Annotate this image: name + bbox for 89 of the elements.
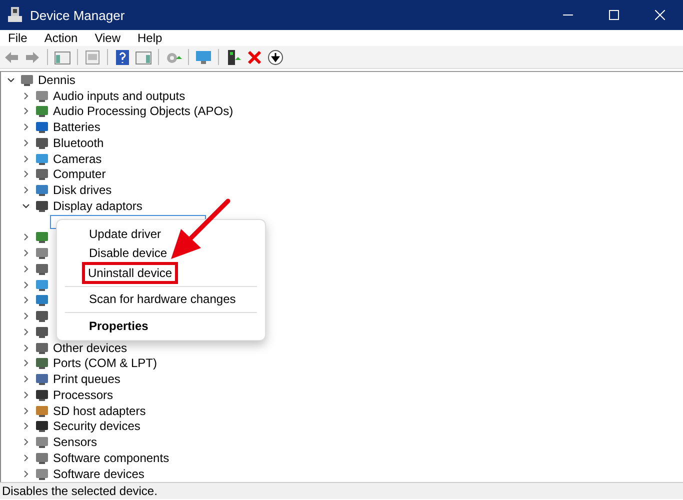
tree-item[interactable]: Audio Processing Objects (APOs) — [53, 104, 234, 118]
device-icon — [35, 388, 49, 402]
tree-item[interactable]: SD host adapters — [53, 404, 146, 418]
tree-item[interactable]: Bluetooth — [53, 136, 104, 150]
device-icon — [35, 246, 49, 260]
device-icon — [35, 435, 49, 450]
device-icon — [35, 104, 49, 118]
device-icon — [35, 230, 49, 244]
expand-chevron-icon[interactable] — [22, 328, 30, 336]
device-icon — [35, 466, 49, 481]
update-driver-icon[interactable] — [225, 48, 242, 66]
tree-item[interactable]: Print queues — [53, 372, 120, 386]
device-icon — [35, 356, 49, 370]
status-text: Disables the selected device. — [2, 484, 158, 498]
device-icon — [20, 72, 34, 87]
menu-option[interactable]: Update driver — [61, 224, 261, 244]
device-icon — [35, 262, 49, 276]
menu-item[interactable]: Help — [130, 31, 172, 46]
expand-chevron-icon[interactable] — [22, 138, 30, 147]
device-icon — [35, 340, 49, 355]
device-icon — [35, 88, 49, 103]
tree-item[interactable]: Dennis — [38, 72, 76, 87]
menu-item[interactable]: File — [0, 31, 36, 46]
device-icon — [35, 136, 49, 150]
tree-item[interactable]: Sensors — [53, 435, 98, 450]
collapse-chevron-icon[interactable] — [22, 202, 30, 210]
expand-chevron-icon[interactable] — [22, 438, 30, 446]
device-icon — [35, 372, 49, 386]
app-icon — [8, 7, 22, 23]
tree-item[interactable]: Ports (COM & LPT) — [53, 356, 158, 370]
device-icon — [35, 198, 49, 213]
expand-chevron-icon[interactable] — [22, 406, 30, 415]
expand-chevron-icon[interactable] — [22, 296, 30, 304]
tree-item[interactable]: Computer — [53, 167, 106, 182]
collapse-chevron-icon[interactable] — [7, 76, 15, 84]
device-icon — [35, 309, 49, 324]
device-icon — [35, 120, 49, 134]
expand-chevron-icon[interactable] — [22, 170, 30, 178]
menu-option[interactable]: Disable device — [61, 244, 261, 263]
menu-item[interactable]: View — [86, 31, 130, 46]
download-icon[interactable] — [267, 48, 284, 66]
expand-chevron-icon[interactable] — [22, 186, 30, 194]
remove-icon[interactable] — [246, 48, 263, 66]
device-icon — [35, 419, 49, 434]
action-pane-icon[interactable] — [135, 48, 152, 66]
expand-chevron-icon[interactable] — [22, 154, 30, 163]
device-icon — [35, 152, 49, 166]
tree-item[interactable]: Display adaptors — [53, 198, 142, 213]
expand-chevron-icon[interactable] — [22, 312, 30, 320]
tree-item[interactable]: Processors — [53, 388, 114, 402]
tree-item[interactable]: Batteries — [53, 120, 100, 134]
menu-option[interactable]: Properties — [61, 316, 261, 336]
tree-item[interactable]: Security devices — [53, 419, 140, 434]
expand-chevron-icon[interactable] — [22, 359, 30, 368]
device-icon — [35, 293, 49, 308]
device-icon — [35, 404, 49, 418]
menu-item[interactable]: Action — [36, 31, 87, 46]
expand-chevron-icon[interactable] — [22, 390, 30, 399]
help-icon[interactable] — [114, 48, 131, 66]
device-icon — [35, 324, 49, 339]
tree-item[interactable]: Software devices — [53, 466, 144, 481]
expand-chevron-icon[interactable] — [22, 249, 30, 258]
expand-chevron-icon[interactable] — [22, 264, 30, 273]
expand-chevron-icon[interactable] — [22, 233, 30, 242]
expand-chevron-icon[interactable] — [22, 470, 30, 478]
close-icon — [655, 10, 665, 20]
expand-chevron-icon[interactable] — [22, 344, 30, 352]
tree-item[interactable]: Software components — [53, 450, 170, 465]
device-icon — [35, 278, 49, 292]
maximize-icon — [609, 10, 619, 20]
expand-chevron-icon[interactable] — [22, 280, 30, 289]
device-icon — [35, 183, 49, 198]
expand-chevron-icon[interactable] — [22, 107, 30, 116]
device-icon — [35, 167, 49, 182]
expand-chevron-icon[interactable] — [22, 92, 30, 100]
tree-item[interactable]: Other devices — [53, 340, 128, 355]
tree-item[interactable]: Audio inputs and outputs — [53, 88, 186, 103]
tree-item[interactable]: Cameras — [53, 152, 102, 166]
console-tree-icon[interactable] — [54, 48, 71, 66]
device-icon — [35, 450, 49, 465]
expand-chevron-icon[interactable] — [22, 454, 30, 462]
expand-chevron-icon[interactable] — [22, 422, 30, 430]
expand-chevron-icon[interactable] — [22, 123, 30, 132]
expand-chevron-icon[interactable] — [22, 375, 30, 384]
tree-item[interactable]: Disk drives — [53, 183, 112, 198]
menu-option[interactable]: Scan for hardware changes — [61, 290, 261, 309]
properties-icon[interactable] — [84, 48, 101, 66]
monitor-icon[interactable] — [195, 48, 212, 66]
window-title: Device Manager — [30, 8, 126, 22]
